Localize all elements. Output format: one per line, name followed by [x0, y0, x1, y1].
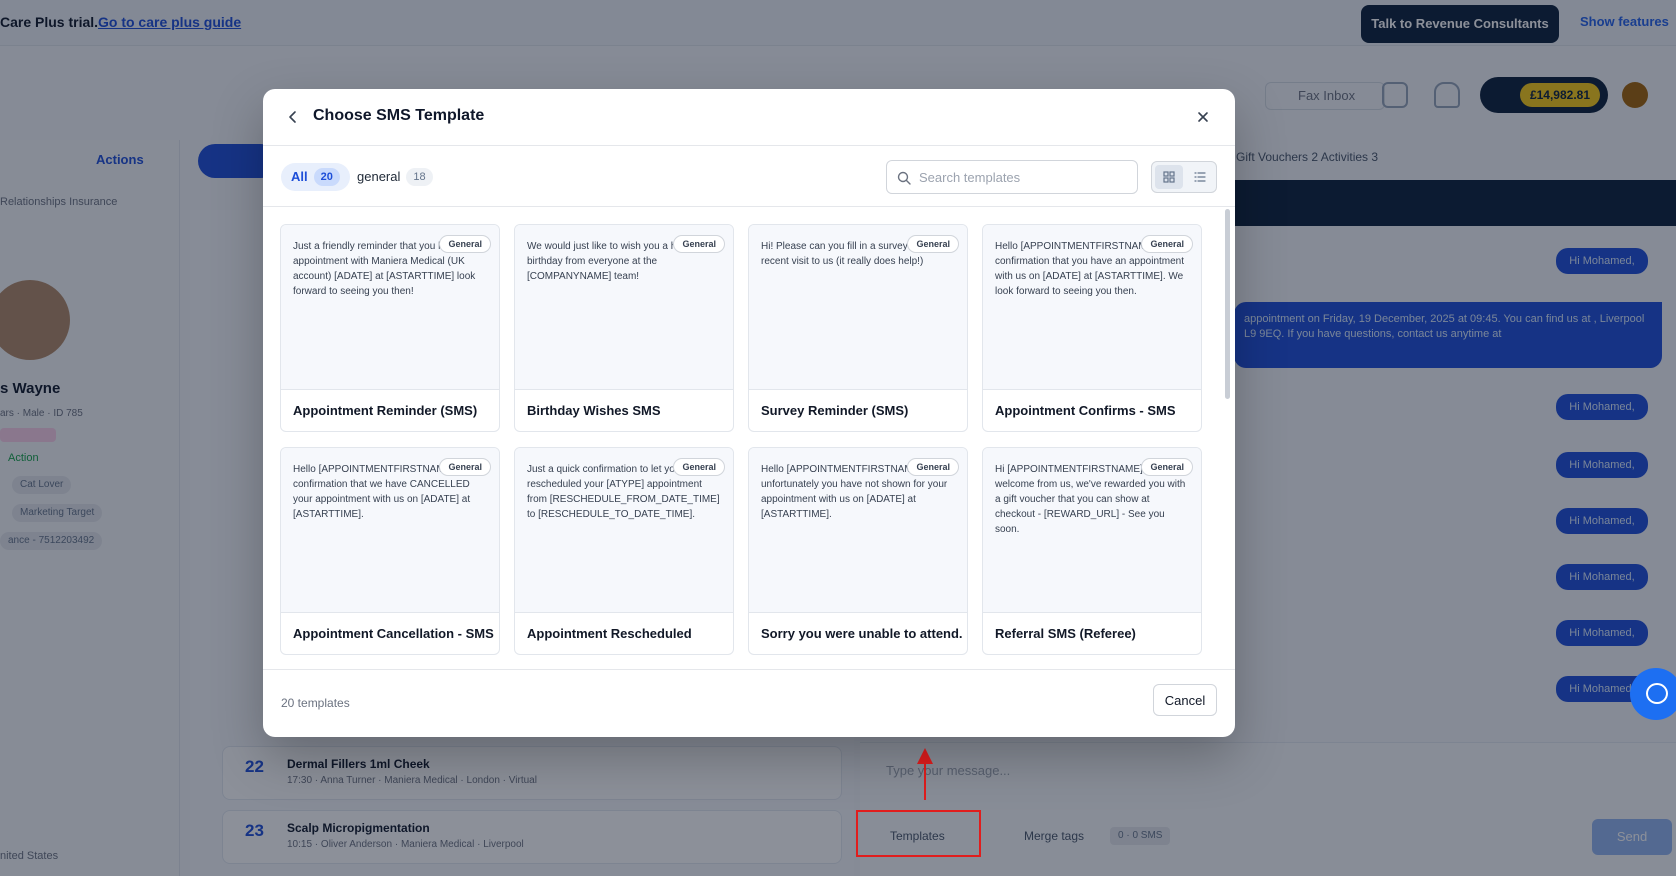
category-badge: General	[1141, 235, 1193, 253]
template-card[interactable]: Just a friendly reminder that you have a…	[280, 224, 500, 432]
list-icon	[1194, 172, 1206, 182]
filter-tab-count: 20	[313, 168, 340, 186]
template-card[interactable]: We would just like to wish you a happy b…	[514, 224, 734, 432]
template-name: Appointment Cancellation - SMS	[293, 626, 494, 641]
search-box	[886, 160, 1138, 194]
template-grid: Just a friendly reminder that you have a…	[263, 207, 1235, 669]
category-badge: General	[907, 235, 959, 253]
template-name: Appointment Reminder (SMS)	[293, 403, 478, 418]
filter-tab-label: general	[357, 169, 401, 184]
template-name: Appointment Rescheduled	[527, 626, 692, 641]
dialog-title: Choose SMS Template	[313, 107, 485, 124]
template-card[interactable]: Hi! Please can you fill in a survey on y…	[748, 224, 968, 432]
category-badge: General	[673, 458, 725, 476]
chat-bubble-icon[interactable]	[1630, 668, 1676, 720]
template-card[interactable]: Hello [APPOINTMENTFIRSTNAME], unfortunat…	[748, 447, 968, 655]
template-name: Referral SMS (Referee)	[995, 626, 1136, 641]
choose-sms-template-dialog: Choose SMS Template All 20 general 18 Just…	[263, 89, 1235, 737]
template-name: Sorry you were unable to attend.	[761, 626, 963, 641]
template-card[interactable]: Hello [APPOINTMENTFIRSTNAME], confirmati…	[280, 447, 500, 655]
back-arrow-icon[interactable]	[283, 107, 303, 127]
filter-tab-general[interactable]: general 18	[347, 163, 443, 191]
template-name: Appointment Confirms - SMS	[995, 403, 1176, 418]
filter-bar: All 20 general 18	[263, 146, 1235, 207]
annotation-highlight-box	[856, 810, 981, 857]
template-card[interactable]: Hi [APPOINTMENTFIRSTNAME] as a welcome f…	[982, 447, 1202, 655]
category-badge: General	[439, 458, 491, 476]
filter-tab-count: 18	[406, 168, 433, 186]
template-name: Birthday Wishes SMS	[527, 403, 661, 418]
cancel-button[interactable]: Cancel	[1153, 684, 1217, 716]
dialog-footer: 20 templates Cancel	[263, 669, 1235, 737]
category-badge: General	[439, 235, 491, 253]
view-toggle	[1151, 161, 1217, 193]
list-view-button[interactable]	[1186, 165, 1214, 189]
grid-scrollbar[interactable]	[1225, 209, 1230, 399]
filter-tab-label: All	[291, 169, 308, 184]
dialog-header: Choose SMS Template	[263, 89, 1235, 146]
template-count: 20 templates	[281, 696, 350, 710]
search-input[interactable]	[919, 167, 1129, 187]
category-badge: General	[1141, 458, 1193, 476]
grid-view-button[interactable]	[1155, 165, 1183, 189]
template-card[interactable]: Hello [APPOINTMENTFIRSTNAME], confirmati…	[982, 224, 1202, 432]
template-card[interactable]: Just a quick confirmation to let you kno…	[514, 447, 734, 655]
template-name: Survey Reminder (SMS)	[761, 403, 909, 418]
annotation-arrow-line	[924, 762, 926, 800]
category-badge: General	[673, 235, 725, 253]
category-badge: General	[907, 458, 959, 476]
search-icon	[897, 171, 911, 185]
close-icon[interactable]	[1193, 107, 1213, 127]
grid-icon	[1163, 171, 1175, 183]
filter-tab-all[interactable]: All 20	[281, 163, 350, 191]
